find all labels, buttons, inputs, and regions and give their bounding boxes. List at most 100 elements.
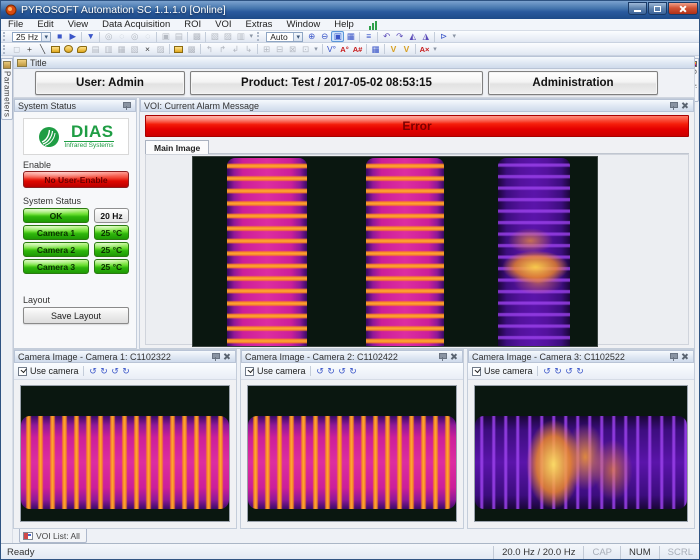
close-button[interactable] bbox=[668, 2, 698, 15]
user-button[interactable]: User: Admin bbox=[35, 71, 185, 95]
use-camera-checkbox[interactable] bbox=[472, 367, 481, 376]
roi-paste-icon[interactable]: ▥ bbox=[102, 44, 115, 55]
label-b-icon[interactable]: ▨ bbox=[221, 31, 234, 42]
add-point-icon[interactable]: + bbox=[23, 44, 36, 55]
snapshot-save-icon[interactable]: ▤ bbox=[172, 31, 185, 42]
label-a-icon[interactable]: ▧ bbox=[208, 31, 221, 42]
rotate-left-icon[interactable]: ↶ bbox=[380, 31, 393, 42]
flip-vertical-icon[interactable]: ◮ bbox=[419, 31, 432, 42]
camera3-thermal-image[interactable] bbox=[474, 385, 688, 522]
menu-voi[interactable]: VOI bbox=[208, 19, 238, 31]
pin-icon[interactable] bbox=[438, 352, 446, 361]
camera1-thermal-image[interactable] bbox=[20, 385, 230, 522]
delete-roi-icon[interactable]: × bbox=[141, 44, 154, 55]
close-panel-icon[interactable] bbox=[222, 352, 231, 361]
menu-view[interactable]: View bbox=[61, 19, 95, 31]
voi-alarm-icon[interactable]: A° bbox=[338, 44, 351, 55]
export-roi-icon[interactable]: ▩ bbox=[185, 44, 198, 55]
roi-duplicate-icon[interactable]: ▦ bbox=[115, 44, 128, 55]
pin-icon[interactable] bbox=[669, 101, 677, 110]
minimize-button[interactable] bbox=[628, 2, 647, 15]
menu-window[interactable]: Window bbox=[279, 19, 327, 31]
toolbar-grip[interactable] bbox=[3, 32, 8, 41]
focus-near-icon[interactable]: ↻ bbox=[326, 366, 337, 377]
zoom-out-icon[interactable]: ⊖ bbox=[318, 31, 331, 42]
pointer-icon[interactable]: ⊳ bbox=[437, 31, 450, 42]
toolbar-grip[interactable] bbox=[257, 32, 262, 41]
toolbar-grip[interactable] bbox=[3, 45, 8, 54]
roi-copy-icon[interactable]: ▤ bbox=[89, 44, 102, 55]
align-top-icon[interactable]: ↲ bbox=[229, 44, 242, 55]
main-thermal-image[interactable] bbox=[192, 156, 598, 347]
focus-near-icon[interactable]: ↻ bbox=[553, 366, 564, 377]
tab-parameters[interactable]: Parameters bbox=[1, 58, 13, 120]
distribute-2-icon[interactable]: ⊟ bbox=[273, 44, 286, 55]
frequency-combobox[interactable]: 25 Hz▾ bbox=[12, 32, 51, 42]
align-left-icon[interactable]: ↰ bbox=[203, 44, 216, 55]
gain-down-icon[interactable]: ↻ bbox=[348, 366, 359, 377]
menu-roi[interactable]: ROI bbox=[177, 19, 208, 31]
distribute-4-icon[interactable]: ⊡ bbox=[299, 44, 312, 55]
polygon-tool-icon[interactable] bbox=[77, 46, 87, 53]
rotate-right-icon[interactable]: ↷ bbox=[393, 31, 406, 42]
delete-voi-icon[interactable]: A× bbox=[418, 44, 431, 55]
menu-help[interactable]: Help bbox=[327, 19, 361, 31]
toolbar-overflow-icon[interactable]: ▾ bbox=[312, 44, 320, 55]
tab-main-image[interactable]: Main Image bbox=[145, 140, 209, 154]
menu-data-acquisition[interactable]: Data Acquisition bbox=[95, 19, 177, 31]
play-button[interactable]: ▶ bbox=[66, 31, 79, 42]
profiles-icon[interactable]: ≡ bbox=[362, 31, 375, 42]
voi-alarm2-icon[interactable]: A# bbox=[351, 44, 364, 55]
select-tool-icon[interactable]: ◻ bbox=[10, 44, 23, 55]
gain-up-icon[interactable]: ↺ bbox=[110, 366, 121, 377]
gain-down-icon[interactable]: ↻ bbox=[121, 366, 132, 377]
record-stop-icon[interactable]: ◌ bbox=[115, 31, 128, 42]
close-panel-icon[interactable] bbox=[680, 352, 689, 361]
flip-horizontal-icon[interactable]: ◭ bbox=[406, 31, 419, 42]
reference-image-icon[interactable]: ▩ bbox=[190, 31, 203, 42]
import-roi-icon[interactable] bbox=[174, 46, 183, 53]
zoom-in-icon[interactable]: ⊕ bbox=[305, 31, 318, 42]
distribute-3-icon[interactable]: ⊠ bbox=[286, 44, 299, 55]
product-button[interactable]: Product: Test / 2017-05-02 08:53:15 bbox=[190, 71, 483, 95]
focus-far-icon[interactable]: ↺ bbox=[315, 366, 326, 377]
stop-button[interactable]: ■ bbox=[53, 31, 66, 42]
focus-far-icon[interactable]: ↺ bbox=[88, 366, 99, 377]
zoom-fit-icon[interactable]: ▣ bbox=[331, 31, 344, 42]
filter-icon[interactable]: ▼ bbox=[84, 31, 97, 42]
snapshot-icon[interactable]: ▣ bbox=[159, 31, 172, 42]
rectangle-tool-icon[interactable] bbox=[51, 46, 60, 53]
record-stop2-icon[interactable]: ◌ bbox=[141, 31, 154, 42]
save-layout-button[interactable]: Save Layout bbox=[23, 307, 129, 324]
pin-icon[interactable] bbox=[122, 101, 130, 110]
focus-far-icon[interactable]: ↺ bbox=[542, 366, 553, 377]
voi-table-icon[interactable]: ▦ bbox=[369, 44, 382, 55]
voi-flag2-icon[interactable]: V bbox=[400, 44, 413, 55]
menu-edit[interactable]: Edit bbox=[30, 19, 60, 31]
use-camera-checkbox[interactable] bbox=[18, 367, 27, 376]
gain-up-icon[interactable]: ↺ bbox=[337, 366, 348, 377]
zoom-combobox[interactable]: Auto▾ bbox=[266, 32, 303, 42]
administration-button[interactable]: Administration bbox=[488, 71, 658, 95]
toolbar-overflow-icon[interactable]: ▾ bbox=[247, 31, 255, 42]
toolbar-overflow-icon[interactable]: ▾ bbox=[450, 31, 458, 42]
pin-icon[interactable] bbox=[211, 352, 219, 361]
close-panel-icon[interactable] bbox=[680, 101, 689, 110]
distribute-1-icon[interactable]: ⊞ bbox=[260, 44, 273, 55]
record-start-icon[interactable]: ◎ bbox=[102, 31, 115, 42]
align-right-icon[interactable]: ↱ bbox=[216, 44, 229, 55]
gain-down-icon[interactable]: ↻ bbox=[575, 366, 586, 377]
focus-near-icon[interactable]: ↻ bbox=[99, 366, 110, 377]
menu-file[interactable]: File bbox=[1, 19, 30, 31]
roi-edit-icon[interactable]: ▧ bbox=[128, 44, 141, 55]
toolbar-overflow-icon[interactable]: ▾ bbox=[431, 44, 439, 55]
line-tool-icon[interactable]: ╲ bbox=[36, 44, 49, 55]
ellipse-tool-icon[interactable] bbox=[64, 45, 73, 53]
tab-voi-list[interactable]: VOI List: All bbox=[19, 529, 87, 543]
roi-lock-icon[interactable]: ▨ bbox=[154, 44, 167, 55]
align-bottom-icon[interactable]: ↳ bbox=[242, 44, 255, 55]
pin-icon[interactable] bbox=[669, 352, 677, 361]
camera2-thermal-image[interactable] bbox=[247, 385, 457, 522]
record-start2-icon[interactable]: ◎ bbox=[128, 31, 141, 42]
maximize-button[interactable] bbox=[648, 2, 667, 15]
